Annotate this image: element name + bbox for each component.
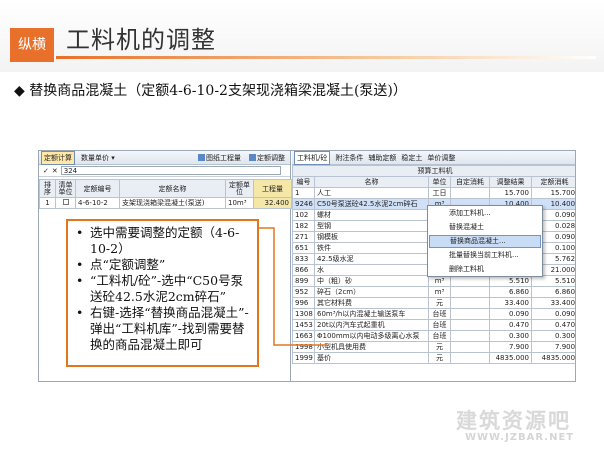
context-menu-item[interactable]: 添加工料机...	[429, 207, 541, 220]
context-menu-item[interactable]: 替换商品混凝土...	[429, 235, 541, 248]
watermark-url: WWW.JZBAR.NET	[465, 432, 575, 443]
context-menu: 添加工料机... 替换混凝土 替换商品混凝土... 批量替换当前工料机... 删除工料机	[427, 205, 543, 277]
context-menu-item[interactable]: 删除工料机	[429, 263, 541, 276]
watermark-text: 建筑资源吧	[456, 409, 571, 433]
context-menu-item[interactable]: 批量替换当前工料机...	[429, 249, 541, 262]
context-menu-item[interactable]: 替换混凝土	[429, 221, 541, 234]
